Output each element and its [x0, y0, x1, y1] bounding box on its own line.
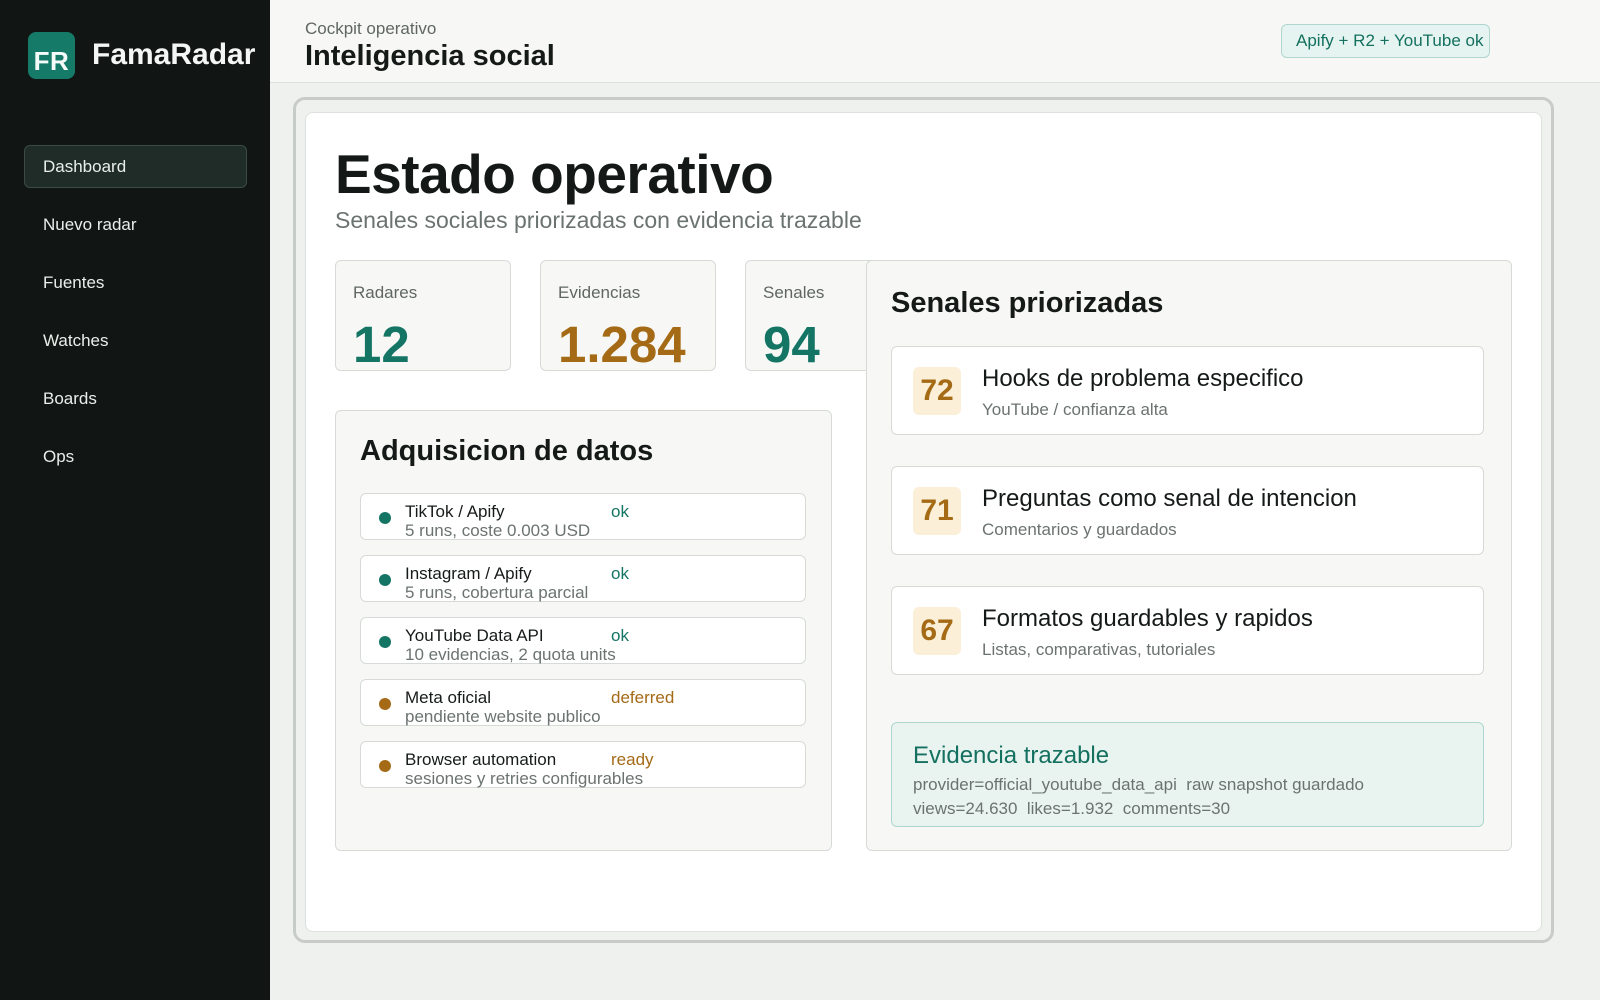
signal-score: 67: [913, 607, 961, 655]
source-row-tiktok[interactable]: TikTok / Apify 5 runs, coste 0.003 USD o…: [360, 493, 806, 540]
source-name: YouTube Data API: [405, 626, 544, 645]
source-status: ok: [611, 564, 629, 583]
source-detail: 5 runs, coste 0.003 USD: [405, 521, 591, 540]
breadcrumb: Cockpit operativo: [305, 19, 437, 38]
page-title: Inteligencia social: [305, 40, 555, 72]
source-name: TikTok / Apify: [405, 502, 505, 521]
stat-label: Senales: [763, 283, 825, 302]
source-status: ready: [611, 750, 654, 769]
stat-label: Radares: [353, 283, 418, 302]
sidebar-item-nuevo-radar[interactable]: Nuevo radar: [24, 203, 247, 246]
signals-panel: Senales priorizadas 72 Hooks de problema…: [866, 260, 1512, 851]
top-header: Cockpit operativo Inteligencia social Ap…: [270, 0, 1600, 83]
source-row-youtube[interactable]: YouTube Data API 10 evidencias, 2 quota …: [360, 617, 806, 664]
hero-subtitle: Senales sociales priorizadas con evidenc…: [335, 207, 862, 233]
stat-card-evidencias: Evidencias 1.284: [540, 260, 716, 373]
status-dot-icon: [379, 512, 391, 524]
source-detail: 10 evidencias, 2 quota units: [405, 645, 616, 664]
status-dot-icon: [379, 574, 391, 586]
signal-card[interactable]: 67 Formatos guardables y rapidos Listas,…: [891, 586, 1484, 675]
source-status: ok: [611, 626, 629, 645]
source-name: Meta oficial: [405, 688, 491, 707]
evidence-metrics-line: views=24.630 likes=1.932 comments=30: [913, 799, 1231, 818]
source-name: Instagram / Apify: [405, 564, 532, 583]
status-dot-icon: [379, 698, 391, 710]
evidence-title: Evidencia trazable: [913, 742, 1110, 769]
signals-title: Senales priorizadas: [891, 287, 1164, 319]
signal-card[interactable]: 72 Hooks de problema especifico YouTube …: [891, 346, 1484, 435]
source-status: ok: [611, 502, 629, 521]
stat-value: 94: [763, 316, 820, 373]
hero-title: Estado operativo: [335, 143, 774, 205]
status-badge: Apify + R2 + YouTube ok: [1281, 24, 1490, 58]
source-row-instagram[interactable]: Instagram / Apify 5 runs, cobertura parc…: [360, 555, 806, 602]
sidebar-item-boards[interactable]: Boards: [24, 377, 247, 420]
sidebar: FR FamaRadar Dashboard Nuevo radar Fuent…: [0, 0, 270, 1000]
evidence-provider-line: provider=official_youtube_data_api raw s…: [913, 775, 1364, 794]
source-detail: 5 runs, cobertura parcial: [405, 583, 589, 602]
sidebar-nav: Dashboard Nuevo radar Fuentes Watches Bo…: [24, 145, 247, 493]
sidebar-item-ops[interactable]: Ops: [24, 435, 247, 478]
status-dot-icon: [379, 636, 391, 648]
stat-card-radares: Radares 12: [335, 260, 511, 373]
stat-value: 12: [353, 316, 410, 373]
status-dot-icon: [379, 760, 391, 772]
signal-title: Hooks de problema especifico: [982, 365, 1304, 392]
source-row-browser[interactable]: Browser automation sesiones y retries co…: [360, 741, 806, 788]
brand-logo: FR: [28, 32, 75, 79]
source-detail: sesiones y retries configurables: [405, 769, 644, 788]
acquisition-panel: Adquisicion de datos TikTok / Apify 5 ru…: [335, 410, 832, 851]
brand[interactable]: FR FamaRadar: [28, 32, 255, 79]
signal-title: Formatos guardables y rapidos: [982, 605, 1313, 632]
source-row-meta[interactable]: Meta oficial pendiente website publico d…: [360, 679, 806, 726]
signal-meta: Listas, comparativas, tutoriales: [982, 640, 1216, 659]
brand-name: FamaRadar: [92, 37, 256, 71]
signal-score: 72: [913, 367, 961, 415]
source-name: Browser automation: [405, 750, 557, 769]
stat-label: Evidencias: [558, 283, 641, 302]
signal-meta: YouTube / confianza alta: [982, 400, 1168, 419]
sidebar-item-dashboard[interactable]: Dashboard: [24, 145, 247, 188]
signal-meta: Comentarios y guardados: [982, 520, 1177, 539]
stat-value: 1.284: [558, 316, 686, 373]
evidence-box[interactable]: Evidencia trazable provider=official_you…: [891, 722, 1484, 827]
signal-title: Preguntas como senal de intencion: [982, 485, 1357, 512]
signal-card[interactable]: 71 Preguntas como senal de intencion Com…: [891, 466, 1484, 555]
acquisition-title: Adquisicion de datos: [360, 435, 654, 467]
signal-score: 71: [913, 487, 961, 535]
source-detail: pendiente website publico: [405, 707, 601, 726]
sidebar-item-fuentes[interactable]: Fuentes: [24, 261, 247, 304]
sidebar-item-watches[interactable]: Watches: [24, 319, 247, 362]
source-status: deferred: [611, 688, 675, 707]
